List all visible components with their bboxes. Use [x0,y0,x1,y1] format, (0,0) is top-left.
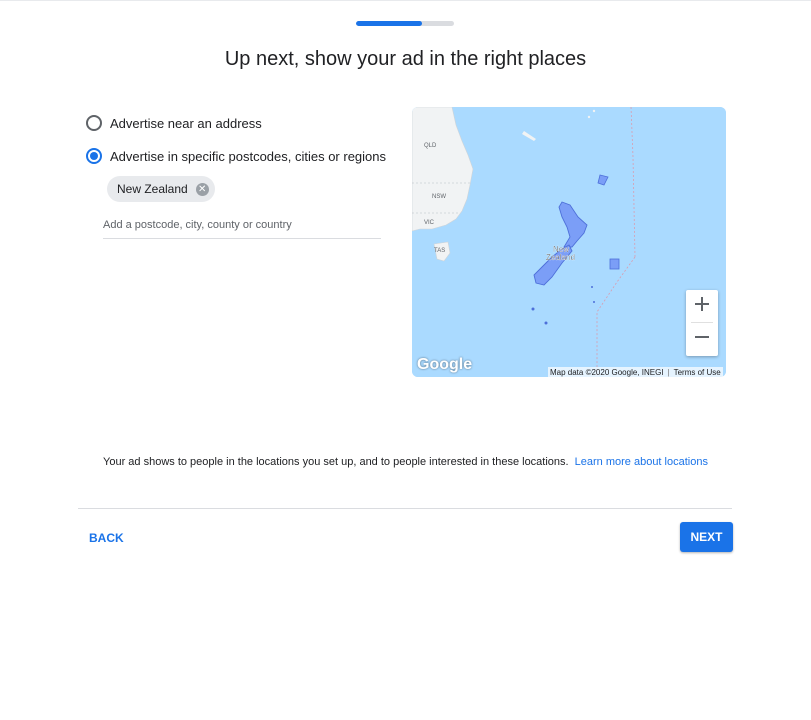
island-dot-1 [587,115,591,119]
progress-bar [356,21,454,26]
progress-fill [356,21,422,26]
map-credit: Map data ©2020 Google, INEGI | Terms of … [548,367,723,377]
back-button[interactable]: BACK [84,526,129,550]
zoom-out-button[interactable] [686,323,718,355]
map-canvas: QLD NSW VIC TAS New Zealand [412,107,726,377]
learn-more-locations-link[interactable]: Learn more about locations [575,456,708,468]
nz-outlying-island-1 [531,307,535,311]
radio-advertise-near-address[interactable]: Advertise near an address [86,115,262,131]
minus-icon [695,330,709,349]
nz-outlying-island-4 [591,286,593,288]
page-title: Up next, show your ad in the right place… [224,48,587,70]
radio-unchecked-icon[interactable] [86,115,102,131]
radio-label-near-address: Advertise near an address [110,115,262,131]
chatham-islands [609,258,620,270]
locations-info: Your ad shows to people in the locations… [0,456,811,468]
location-chip-label: New Zealand [117,182,188,196]
map-view[interactable]: QLD NSW VIC TAS New Zealand [412,107,726,377]
zoom-in-button[interactable] [686,290,718,322]
map-label-nz-line2: Zealand [546,253,575,262]
map-credit-separator: | [667,367,670,377]
map-label-qld: QLD [424,143,437,149]
terms-of-use-link[interactable]: Terms of Use [674,368,721,377]
map-label-nsw: NSW [432,194,446,200]
plus-icon [695,296,709,316]
nz-outlying-island-2 [544,321,548,325]
location-search-input[interactable] [103,212,381,239]
locations-info-text: Your ad shows to people in the locations… [103,456,569,468]
radio-label-specific-regions: Advertise in specific postcodes, cities … [110,148,387,164]
map-label-tas: TAS [434,248,445,254]
radio-checked-icon[interactable] [86,148,102,164]
close-circle-icon[interactable]: ✕ [195,182,209,196]
map-label-vic: VIC [424,220,435,226]
map-data-credit: Map data ©2020 Google, INEGI [550,367,664,377]
zoom-control [686,290,718,356]
island-dot-2 [592,109,596,113]
nz-outlying-island-3 [593,301,595,303]
google-logo: Google [417,356,473,373]
location-chip: New Zealand ✕ [107,176,215,202]
footer-divider [78,508,732,509]
top-border [0,0,811,1]
next-button[interactable]: NEXT [680,522,733,552]
radio-advertise-specific-regions[interactable]: Advertise in specific postcodes, cities … [86,148,386,164]
